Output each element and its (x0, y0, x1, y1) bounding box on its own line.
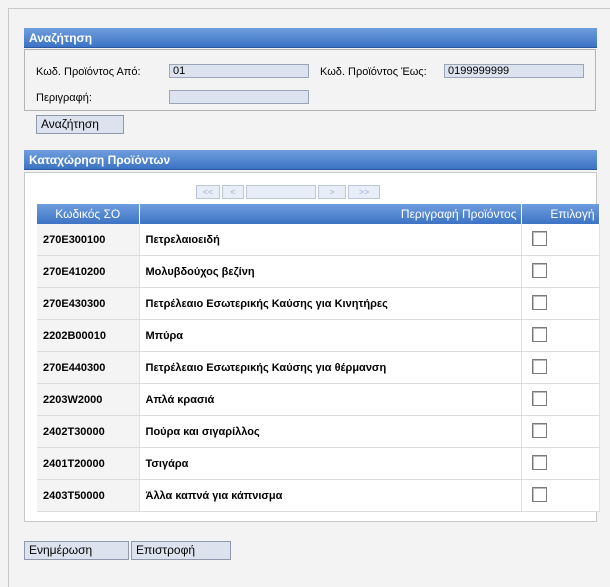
code-from-input[interactable]: 01 (169, 64, 309, 78)
code-from-label: Κωδ. Προϊόντος Από: (36, 66, 141, 78)
product-description: Πούρα και σιγαρίλλος (139, 415, 522, 448)
table-header-row: Κωδικός ΣΟ Περιγραφή Προϊόντος Επιλογή (37, 204, 600, 224)
product-description: Πετρέλεαιο Εσωτερικής Καύσης για Κινητήρ… (139, 287, 522, 320)
product-description: Πετρέλεαιο Εσωτερικής Καύσης για θέρμανσ… (139, 351, 522, 384)
select-checkbox[interactable] (531, 294, 547, 310)
table-row: 270E300100 Πετρελαιοειδή (37, 224, 600, 256)
search-button[interactable]: Αναζήτηση (36, 115, 124, 134)
select-cell (521, 447, 600, 480)
product-description: Μολυβδούχος βεζίνη (139, 255, 522, 288)
pager-prev-button[interactable]: < (222, 185, 244, 199)
column-header-code[interactable]: Κωδικός ΣΟ (37, 204, 140, 224)
return-button[interactable]: Επιστροφή (131, 541, 231, 560)
search-panel (24, 49, 596, 111)
update-button[interactable]: Ενημέρωση (24, 541, 129, 560)
select-cell (521, 224, 600, 256)
select-cell (521, 479, 600, 512)
product-code: 270E440300 (37, 351, 140, 384)
product-description: Μπύρα (139, 319, 522, 352)
product-code: 270E410200 (37, 255, 140, 288)
select-cell (521, 319, 600, 352)
product-code: 270E300100 (37, 224, 140, 256)
product-code: 2202B00010 (37, 319, 140, 352)
column-header-select[interactable]: Επιλογή (521, 204, 600, 224)
table-row: 2403T50000 Άλλα καπνά για κάπνισμα (37, 479, 600, 512)
table-row: 2402T30000 Πούρα και σιγαρίλλος (37, 415, 600, 448)
code-to-label: Κωδ. Προϊόντος Έως: (320, 66, 427, 78)
select-checkbox[interactable] (531, 262, 547, 278)
pager-last-button[interactable]: >> (348, 185, 380, 199)
product-code: 2402T30000 (37, 415, 140, 448)
code-to-input[interactable]: 0199999999 (444, 64, 584, 78)
product-code: 2403T50000 (37, 479, 140, 512)
description-input[interactable] (169, 90, 309, 104)
select-checkbox[interactable] (531, 422, 547, 438)
pager-first-button[interactable]: << (196, 185, 220, 199)
search-panel-header: Αναζήτηση (24, 28, 597, 48)
product-code: 2203W2000 (37, 383, 140, 416)
registration-panel-header: Καταχώρηση Προϊόντων (24, 150, 597, 170)
select-checkbox[interactable] (531, 358, 547, 374)
select-checkbox[interactable] (531, 454, 547, 470)
select-cell (521, 351, 600, 384)
table-row: 270E440300 Πετρέλεαιο Εσωτερικής Καύσης … (37, 351, 600, 384)
table-row: 2202B00010 Μπύρα (37, 319, 600, 352)
pager-page-display (246, 185, 316, 199)
product-description: Άλλα καπνά για κάπνισμα (139, 479, 522, 512)
products-table: Κωδικός ΣΟ Περιγραφή Προϊόντος Επιλογή 2… (37, 204, 600, 512)
table-row: 2203W2000 Απλά κρασιά (37, 383, 600, 416)
product-code: 2401T20000 (37, 447, 140, 480)
select-cell (521, 383, 600, 416)
product-description: Απλά κρασιά (139, 383, 522, 416)
table-row: 270E430300 Πετρέλεαιο Εσωτερικής Καύσης … (37, 287, 600, 320)
product-description: Τσιγάρα (139, 447, 522, 480)
column-header-description[interactable]: Περιγραφή Προϊόντος (139, 204, 522, 224)
select-checkbox[interactable] (531, 230, 547, 246)
table-row: 270E410200 Μολυβδούχος βεζίνη (37, 255, 600, 288)
description-label: Περιγραφή: (36, 92, 92, 104)
select-cell (521, 255, 600, 288)
product-description: Πετρελαιοειδή (139, 224, 522, 256)
select-cell (521, 415, 600, 448)
pager: << < > >> (196, 183, 380, 201)
pager-next-button[interactable]: > (318, 185, 346, 199)
select-checkbox[interactable] (531, 326, 547, 342)
select-checkbox[interactable] (531, 390, 547, 406)
product-code: 270E430300 (37, 287, 140, 320)
select-checkbox[interactable] (531, 486, 547, 502)
table-row: 2401T20000 Τσιγάρα (37, 447, 600, 480)
select-cell (521, 287, 600, 320)
